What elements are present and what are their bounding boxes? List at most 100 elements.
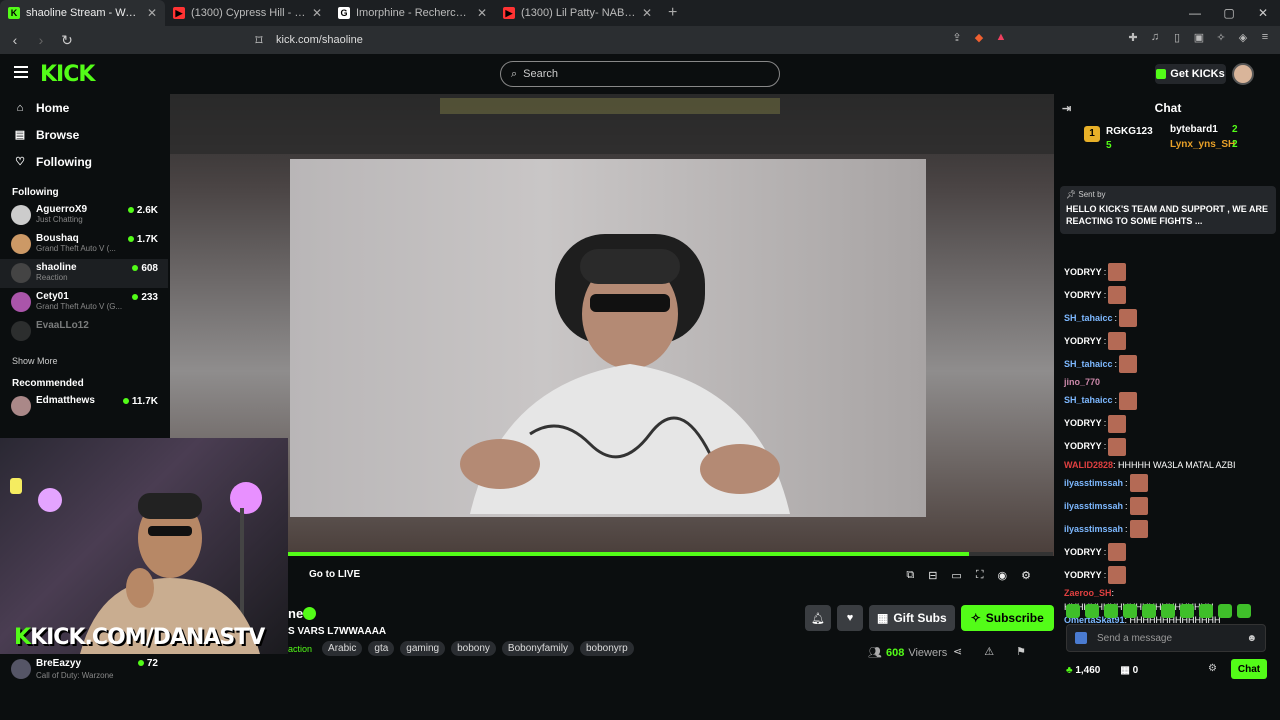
chat-message[interactable]: YODRYY: <box>1064 437 1276 457</box>
chat-message[interactable]: ilyasstimssah: <box>1064 473 1276 493</box>
chat-username[interactable]: ilyasstimssah <box>1064 478 1123 489</box>
more-options-icon[interactable]: ⚑ <box>1016 645 1026 658</box>
browser-tab[interactable]: ▶ (1300) Cypress Hill - Insane In The B ✕ <box>165 0 330 26</box>
chat-message[interactable]: YODRYY: <box>1064 331 1276 351</box>
chat-username[interactable]: SH_tahaicc <box>1064 313 1113 324</box>
sidebar-following-item[interactable]: EvaaLLo12 <box>0 317 168 346</box>
chat-username[interactable]: ilyasstimssah <box>1064 501 1123 512</box>
streamer-name[interactable]: ne <box>288 606 303 621</box>
report-icon[interactable]: ⚠ <box>984 645 994 658</box>
tab-close-icon[interactable]: ✕ <box>312 6 322 20</box>
stream-tag[interactable]: gta <box>368 641 395 656</box>
stream-tag[interactable]: gaming <box>400 641 446 656</box>
emote-icon[interactable] <box>1180 604 1194 618</box>
media-icon[interactable]: ♫ <box>1148 31 1162 45</box>
wallet-icon[interactable]: ▣ <box>1192 31 1206 45</box>
theater-icon[interactable]: ▭ <box>951 569 961 582</box>
chat-username[interactable]: YODRYY <box>1064 336 1102 347</box>
chat-username[interactable]: ilyasstimssah <box>1064 524 1123 535</box>
chat-message[interactable]: SH_tahaicc: <box>1064 354 1276 374</box>
share-stream-icon[interactable]: ⋖ <box>953 645 962 658</box>
url-field[interactable]: kick.com/shaoline <box>276 34 363 46</box>
browser-tab[interactable]: ▶ (1300) Lil Patty- NABIRI ( Prod by KH ✕ <box>495 0 660 26</box>
tab-close-icon[interactable]: ✕ <box>477 6 487 20</box>
new-tab-icon[interactable]: + <box>660 4 685 22</box>
chat-message[interactable]: ilyasstimssah: <box>1064 496 1276 516</box>
stream-tag[interactable]: bobony <box>451 641 496 656</box>
chat-message[interactable]: YODRYY: <box>1064 565 1276 585</box>
emote-icon[interactable] <box>1199 604 1213 618</box>
video-player[interactable] <box>170 94 1054 556</box>
emote-icon[interactable] <box>1085 604 1099 618</box>
notification-bell-button[interactable]: 🔔︎ <box>805 605 831 631</box>
sidebar-following-item[interactable]: AguerroX9 Just Chatting 2.6K <box>0 201 168 230</box>
brave-shield-icon[interactable]: ◆ <box>972 31 986 45</box>
chat-message[interactable]: Zaeroo_SH: <box>1064 588 1276 599</box>
chat-username[interactable]: jino_770 <box>1064 377 1100 387</box>
pip-icon[interactable]: ⧉ <box>906 569 914 582</box>
gift-subs-button[interactable]: ▦ Gift Subs <box>869 605 955 631</box>
chat-username[interactable]: YODRYY <box>1064 547 1102 558</box>
emote-icon[interactable] <box>1237 604 1251 618</box>
chat-message[interactable]: YODRYY: <box>1064 542 1276 562</box>
emote-icon[interactable] <box>1066 604 1080 618</box>
chat-message[interactable]: YODRYY: <box>1064 414 1276 434</box>
playback-icon[interactable]: ◉ <box>998 569 1008 582</box>
chat-message[interactable]: WALID2828: HHHHH WA3LA MATAL AZBI <box>1064 460 1276 471</box>
leo-icon[interactable]: ✧ <box>1214 31 1228 45</box>
chat-username[interactable]: YODRYY <box>1064 441 1102 452</box>
puzzle-icon[interactable]: ✚ <box>1126 31 1140 45</box>
send-chat-button[interactable]: Chat <box>1231 659 1267 679</box>
chat-message[interactable]: SH_tahaicc: <box>1064 308 1276 328</box>
hamburger-icon[interactable] <box>14 66 28 78</box>
sidebar-recommended-edmatthews[interactable]: Edmatthews 11.7K <box>0 392 168 421</box>
chat-message[interactable]: ilyasstimssah: <box>1064 519 1276 539</box>
stream-tag[interactable]: bobonyrp <box>579 641 634 656</box>
forward-icon[interactable]: › <box>30 32 52 48</box>
chat-input[interactable]: Send a message ☻ <box>1066 624 1266 652</box>
vpn-icon[interactable]: ◈ <box>1236 31 1250 45</box>
chat-username[interactable]: YODRYY <box>1064 570 1102 581</box>
subscribe-button[interactable]: ✧ Subscribe <box>960 605 1054 631</box>
chat-message[interactable]: YODRYY: <box>1064 262 1276 282</box>
stream-tag[interactable]: Bobonyfamily <box>501 641 574 656</box>
clip-icon[interactable]: ⊟ <box>928 569 937 582</box>
maximize-icon[interactable]: ▢ <box>1212 0 1246 26</box>
sidebar-following-item[interactable]: Boushaq Grand Theft Auto V (... 1.7K <box>0 230 168 259</box>
settings-icon[interactable]: ⚙ <box>1021 569 1031 582</box>
bookmark-icon[interactable]: ⌑ <box>248 32 270 49</box>
user-avatar[interactable] <box>1232 63 1254 85</box>
leader-name[interactable]: RGKG123 <box>1106 126 1153 137</box>
tab-close-icon[interactable]: ✕ <box>147 6 157 20</box>
browser-tab[interactable]: G Imorphine - Recherche Google ✕ <box>330 0 495 26</box>
reload-icon[interactable]: ↻ <box>56 32 78 49</box>
fullscreen-icon[interactable]: ⛶ <box>976 569 984 582</box>
sidebar-item-browse[interactable]: ▤ Browse <box>0 121 168 148</box>
pinned-message[interactable]: 📌︎ Sent by HELLO KICK'S TEAM AND SUPPORT… <box>1060 186 1276 234</box>
sidebar-item-home[interactable]: ⌂ Home <box>0 94 168 121</box>
emote-icon[interactable] <box>1104 604 1118 618</box>
chat-username[interactable]: YODRYY <box>1064 418 1102 429</box>
sidebar-item-following[interactable]: ♡ Following <box>0 148 168 175</box>
chat-username[interactable]: YODRYY <box>1064 290 1102 301</box>
chat-username[interactable]: YODRYY <box>1064 267 1102 278</box>
rewards-icon[interactable]: ▲ <box>994 31 1008 45</box>
chat-username[interactable]: Zaeroo_SH <box>1064 588 1112 598</box>
back-icon[interactable]: ‹ <box>4 32 26 48</box>
search-input[interactable]: ⌕ Search <box>500 61 780 87</box>
emote-icon[interactable] <box>1142 604 1156 618</box>
emote-icon[interactable] <box>1123 604 1137 618</box>
collapse-chat-icon[interactable]: ⇥ <box>1062 102 1071 115</box>
sidebar-icon[interactable]: ▯ <box>1170 31 1184 45</box>
category-link[interactable]: action <box>288 641 312 656</box>
emote-icon[interactable] <box>1161 604 1175 618</box>
chat-settings-icon[interactable]: ⚙ <box>1208 663 1217 674</box>
stream-tag[interactable]: Arabic <box>322 641 363 656</box>
tab-close-icon[interactable]: ✕ <box>642 6 652 20</box>
show-more-link[interactable]: Show More <box>0 356 168 366</box>
gifts-count[interactable]: ▦ 0 <box>1120 665 1138 676</box>
chat-username[interactable]: SH_tahaicc <box>1064 395 1113 406</box>
go-live-button[interactable]: Go to LIVE <box>309 569 360 580</box>
menu-icon[interactable]: ≡ <box>1258 31 1272 45</box>
close-window-icon[interactable]: ✕ <box>1246 0 1280 26</box>
